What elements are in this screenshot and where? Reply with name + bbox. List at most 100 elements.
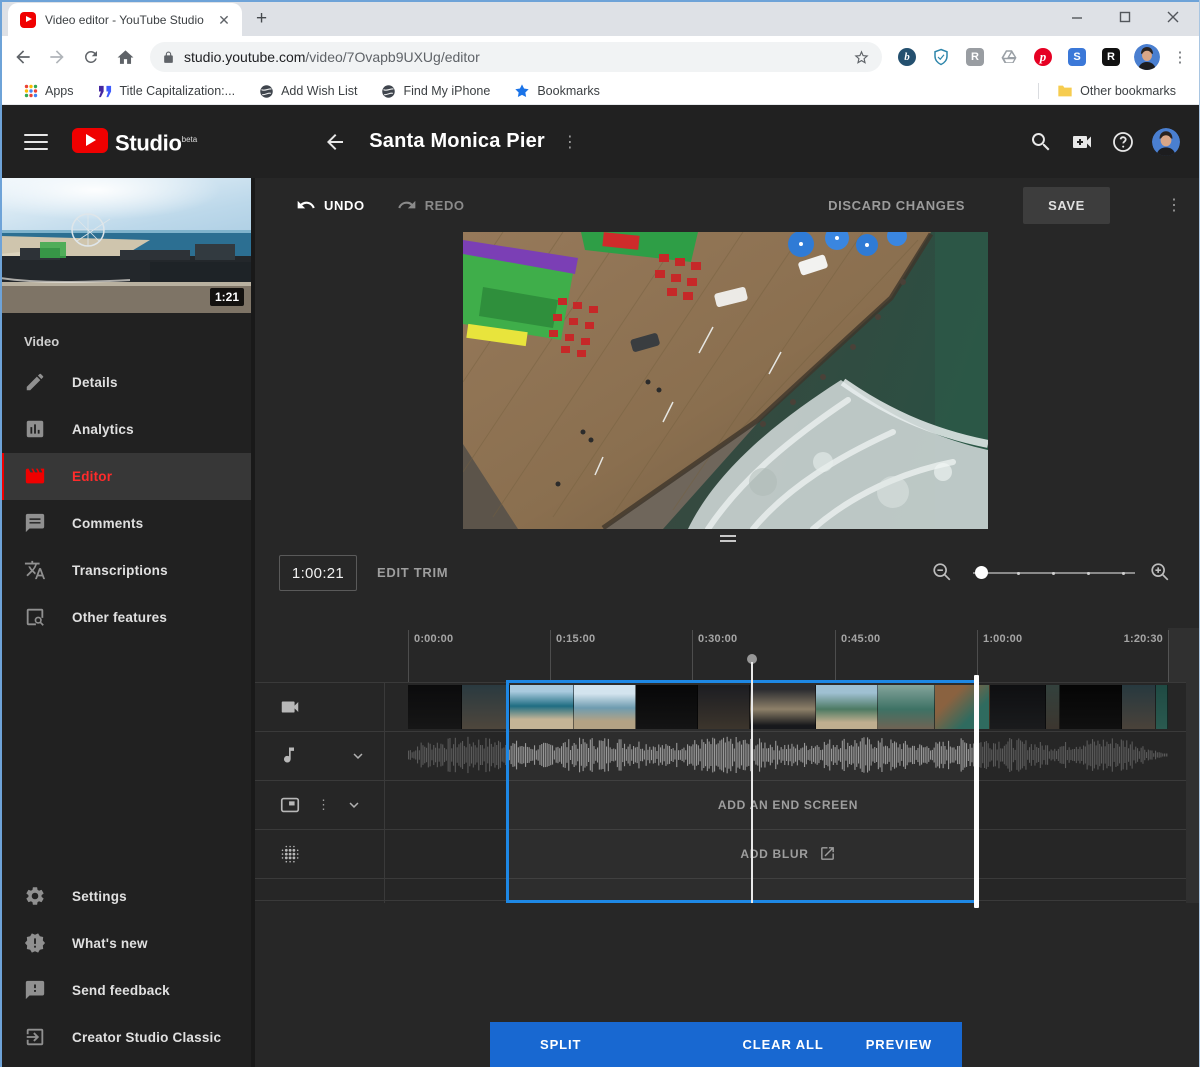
create-video-icon[interactable] [1070,130,1094,154]
new-tab-button[interactable]: + [256,8,267,36]
extension-drive-icon[interactable] [997,45,1021,69]
redo-button[interactable]: REDO [397,195,465,215]
editor-main: UNDO REDO DISCARD CHANGES SAVE ⋮ [255,178,1200,1067]
playhead-line[interactable] [751,662,753,903]
bookmark-title-capitalization[interactable]: Title Capitalization:... [88,84,246,98]
video-preview[interactable] [463,232,988,529]
extension-icon-1[interactable]: b [895,45,919,69]
tab-close-icon[interactable]: ✕ [216,12,232,28]
sidebar-divider [251,178,255,1067]
sidebar-item-creator-studio-classic[interactable]: Creator Studio Classic [0,1014,251,1061]
discard-changes-button[interactable]: DISCARD CHANGES [828,198,965,213]
trim-selection-box[interactable] [506,680,978,903]
studio-sidebar: 1:21 Video Details Analytics Editor Comm… [0,178,251,1067]
preview-button[interactable]: PREVIEW [866,1037,932,1052]
chevron-down-icon[interactable] [345,796,363,814]
other-features-icon [24,606,48,630]
bookmark-label: Add Wish List [281,84,357,98]
star-icon [514,83,530,99]
timecode-box[interactable]: 1:00:21 [279,555,357,591]
minimize-button[interactable] [1066,6,1088,28]
sidebar-item-other-features[interactable]: Other features [0,594,251,641]
sidebar-item-transcriptions[interactable]: Transcriptions [0,547,251,594]
extension-icon-2[interactable]: R [963,45,987,69]
browser-profile-avatar[interactable] [1134,44,1160,70]
other-bookmarks[interactable]: Other bookmarks [1047,84,1186,98]
sidebar-item-label: Transcriptions [72,563,168,578]
editor-kebab-icon[interactable]: ⋮ [1164,195,1184,215]
sidebar-item-comments[interactable]: Comments [0,500,251,547]
music-note-icon [279,745,301,767]
zoom-slider-thumb[interactable] [975,566,988,579]
feedback-icon [24,979,48,1003]
bookmark-star-icon[interactable] [853,49,870,66]
back-arrow-icon[interactable] [323,130,347,154]
timeline-ruler[interactable]: 0:00:00 0:15:00 0:30:00 0:45:00 1:00:00 … [255,628,1200,682]
edit-trim-button[interactable]: EDIT TRIM [377,555,448,591]
youtube-play-icon [72,128,108,153]
back-button[interactable] [8,42,38,72]
audio-track-header [255,731,384,780]
help-icon[interactable] [1111,130,1135,154]
sidebar-section-label: Video [0,313,251,359]
title-kebab-icon[interactable]: ⋮ [561,132,579,152]
comments-icon [24,512,48,536]
sidebar-item-details[interactable]: Details [0,359,251,406]
save-button[interactable]: SAVE [1023,187,1110,224]
zoom-in-icon[interactable] [1149,561,1173,585]
clear-all-button[interactable]: CLEAR ALL [742,1037,823,1052]
timeline-action-bar: SPLIT CLEAR ALL PREVIEW [490,1022,962,1067]
sidebar-item-label: Details [72,375,118,390]
sidebar-item-editor[interactable]: Editor [0,453,251,500]
zoom-slider[interactable] [973,555,1135,591]
search-icon[interactable] [1029,130,1053,154]
bookmark-find-my-iphone[interactable]: Find My iPhone [371,84,500,99]
undo-icon [296,195,316,215]
reload-button[interactable] [76,42,106,72]
sidebar-item-label: Creator Studio Classic [72,1030,221,1045]
browser-chrome: Video editor - YouTube Studio ✕ + studio… [0,0,1200,105]
clip-thumbnail [462,685,510,729]
extension-shield-icon[interactable] [929,45,953,69]
zoom-out-icon[interactable] [931,561,955,585]
extension-icon-3[interactable]: S [1065,45,1089,69]
chrome-menu-icon[interactable]: ⋮ [1168,48,1192,66]
track-header-separator [384,682,385,903]
hamburger-menu-icon[interactable] [24,134,48,150]
bookmark-label: Find My iPhone [403,84,490,98]
sidebar-item-whats-new[interactable]: What's new [0,920,251,967]
url-bar[interactable]: studio.youtube.com/video/7Ovapb9UXUg/edi… [150,42,882,72]
bookmark-label: Title Capitalization:... [120,84,236,98]
extension-icon-4[interactable]: R [1099,45,1123,69]
video-thumbnail[interactable]: 1:21 [0,178,251,313]
sidebar-item-send-feedback[interactable]: Send feedback [0,967,251,1014]
apps-grid-icon [24,84,38,98]
browser-toolbar: studio.youtube.com/video/7Ovapb9UXUg/edi… [0,36,1200,78]
bookmark-bookmarks[interactable]: Bookmarks [504,83,610,99]
close-button[interactable] [1162,6,1184,28]
track-kebab-icon[interactable]: ⋮ [317,797,329,813]
redo-icon [397,195,417,215]
youtube-favicon-icon [20,12,36,28]
end-screen-track-header: ⋮ [255,780,384,829]
sidebar-item-settings[interactable]: Settings [0,873,251,920]
youtube-studio-logo[interactable]: Studiobeta [72,125,197,158]
beta-badge: beta [182,135,198,144]
sidebar-item-label: Comments [72,516,143,531]
trim-right-handle[interactable] [974,675,979,908]
timeline-resize-handle[interactable] [713,535,743,542]
ruler-label: 0:30:00 [698,633,737,645]
profile-avatar[interactable] [1152,128,1180,156]
forward-button[interactable] [42,42,72,72]
bookmark-add-wish-list[interactable]: Add Wish List [249,84,367,99]
maximize-button[interactable] [1114,6,1136,28]
browser-tab[interactable]: Video editor - YouTube Studio ✕ [8,3,242,36]
undo-button[interactable]: UNDO [296,195,365,215]
zoom-controls [931,555,1171,591]
extension-pinterest-icon[interactable]: p [1031,45,1055,69]
bookmark-apps[interactable]: Apps [14,84,84,98]
chevron-down-icon[interactable] [349,747,367,765]
home-button[interactable] [110,42,140,72]
sidebar-item-analytics[interactable]: Analytics [0,406,251,453]
split-button[interactable]: SPLIT [540,1037,581,1052]
